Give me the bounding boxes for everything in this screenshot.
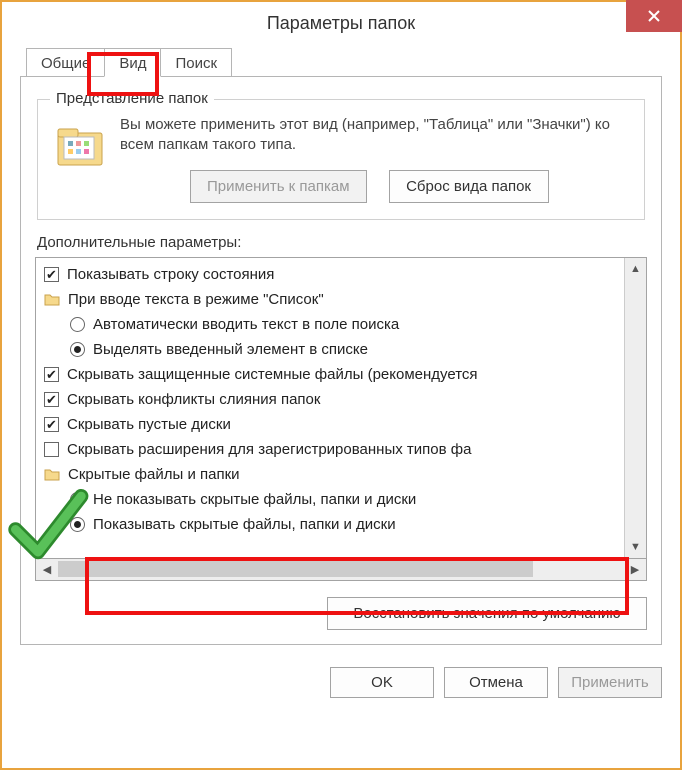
scroll-thumb[interactable] bbox=[58, 561, 533, 577]
item-label: Скрытые файлы и папки bbox=[68, 466, 240, 483]
scroll-right-icon[interactable]: ▶ bbox=[624, 559, 646, 581]
close-button[interactable] bbox=[626, 0, 682, 32]
folder-icon bbox=[44, 467, 60, 481]
radio-icon[interactable] bbox=[70, 492, 85, 507]
list-item[interactable]: Не показывать скрытые файлы, папки и дис… bbox=[44, 487, 622, 512]
scroll-track[interactable] bbox=[58, 559, 624, 580]
advanced-settings-list: ✔ Показывать строку состояния При вводе … bbox=[35, 257, 647, 559]
list-item[interactable]: Скрывать расширения для зарегистрированн… bbox=[44, 437, 622, 462]
list-item[interactable]: ✔ Скрывать пустые диски bbox=[44, 412, 622, 437]
folder-icon bbox=[54, 119, 106, 171]
vertical-scrollbar[interactable]: ▲ ▼ bbox=[624, 258, 646, 558]
item-label: Автоматически вводить текст в поле поиск… bbox=[93, 316, 399, 333]
list-item: При вводе текста в режиме "Список" bbox=[44, 287, 622, 312]
folder-icon bbox=[44, 292, 60, 306]
advanced-label: Дополнительные параметры: bbox=[37, 234, 645, 251]
list-item[interactable]: ✔ Скрывать защищенные системные файлы (р… bbox=[44, 362, 622, 387]
checkbox-icon[interactable] bbox=[44, 442, 59, 457]
apply-button: Применить bbox=[558, 667, 662, 698]
groupbox-title: Представление папок bbox=[50, 90, 214, 107]
close-icon bbox=[647, 9, 661, 23]
folder-view-groupbox: Представление папок Вы можете применить … bbox=[37, 99, 645, 220]
item-label: Скрывать защищенные системные файлы (рек… bbox=[67, 366, 478, 383]
item-label: Скрывать пустые диски bbox=[67, 416, 231, 433]
apply-to-folders-button: Применить к папкам bbox=[190, 170, 367, 203]
radio-icon[interactable] bbox=[70, 317, 85, 332]
list-item[interactable]: ✔ Скрывать конфликты слияния папок bbox=[44, 387, 622, 412]
item-label: Показывать строку состояния bbox=[67, 266, 274, 283]
reset-folders-button[interactable]: Сброс вида папок bbox=[389, 170, 549, 203]
tab-search[interactable]: Поиск bbox=[160, 48, 232, 77]
checkbox-icon[interactable]: ✔ bbox=[44, 367, 59, 382]
horizontal-scrollbar[interactable]: ◀ ▶ bbox=[36, 558, 646, 580]
checkbox-icon[interactable]: ✔ bbox=[44, 267, 59, 282]
group-text: Вы можете применить этот вид (например, … bbox=[120, 115, 632, 156]
folder-options-window: Параметры папок Общие Вид Поиск Представ… bbox=[0, 0, 682, 770]
list-item[interactable]: ✔ Показывать строку состояния bbox=[44, 262, 622, 287]
tab-view[interactable]: Вид bbox=[104, 48, 161, 77]
scroll-track[interactable] bbox=[625, 280, 646, 536]
checkbox-icon[interactable]: ✔ bbox=[44, 392, 59, 407]
scroll-up-icon[interactable]: ▲ bbox=[625, 258, 646, 280]
dialog-button-row: OK Отмена Применить bbox=[2, 655, 680, 698]
list-item[interactable]: Автоматически вводить текст в поле поиск… bbox=[44, 312, 622, 337]
item-label: Показывать скрытые файлы, папки и диски bbox=[93, 516, 396, 533]
item-label: При вводе текста в режиме "Список" bbox=[68, 291, 324, 308]
ok-button[interactable]: OK bbox=[330, 667, 434, 698]
content-panel: Представление папок Вы можете применить … bbox=[20, 76, 662, 645]
item-label: Не показывать скрытые файлы, папки и дис… bbox=[93, 491, 416, 508]
item-label: Скрывать конфликты слияния папок bbox=[67, 391, 320, 408]
titlebar: Параметры папок bbox=[2, 2, 680, 44]
restore-defaults-button[interactable]: Восстановить значения по умолчанию bbox=[327, 597, 647, 630]
tab-general[interactable]: Общие bbox=[26, 48, 105, 77]
scroll-left-icon[interactable]: ◀ bbox=[36, 559, 58, 581]
scroll-down-icon[interactable]: ▼ bbox=[625, 536, 646, 558]
checkbox-icon[interactable]: ✔ bbox=[44, 417, 59, 432]
list-item[interactable]: Выделять введенный элемент в списке bbox=[44, 337, 622, 362]
list-inner[interactable]: ✔ Показывать строку состояния При вводе … bbox=[36, 258, 624, 558]
radio-icon[interactable] bbox=[70, 517, 85, 532]
item-label: Скрывать расширения для зарегистрированн… bbox=[67, 441, 471, 458]
radio-icon[interactable] bbox=[70, 342, 85, 357]
list-item: Скрытые файлы и папки bbox=[44, 462, 622, 487]
list-item[interactable]: Показывать скрытые файлы, папки и диски bbox=[44, 512, 622, 537]
cancel-button[interactable]: Отмена bbox=[444, 667, 548, 698]
window-title: Параметры папок bbox=[267, 13, 415, 34]
tab-bar: Общие Вид Поиск bbox=[26, 48, 680, 77]
item-label: Выделять введенный элемент в списке bbox=[93, 341, 368, 358]
